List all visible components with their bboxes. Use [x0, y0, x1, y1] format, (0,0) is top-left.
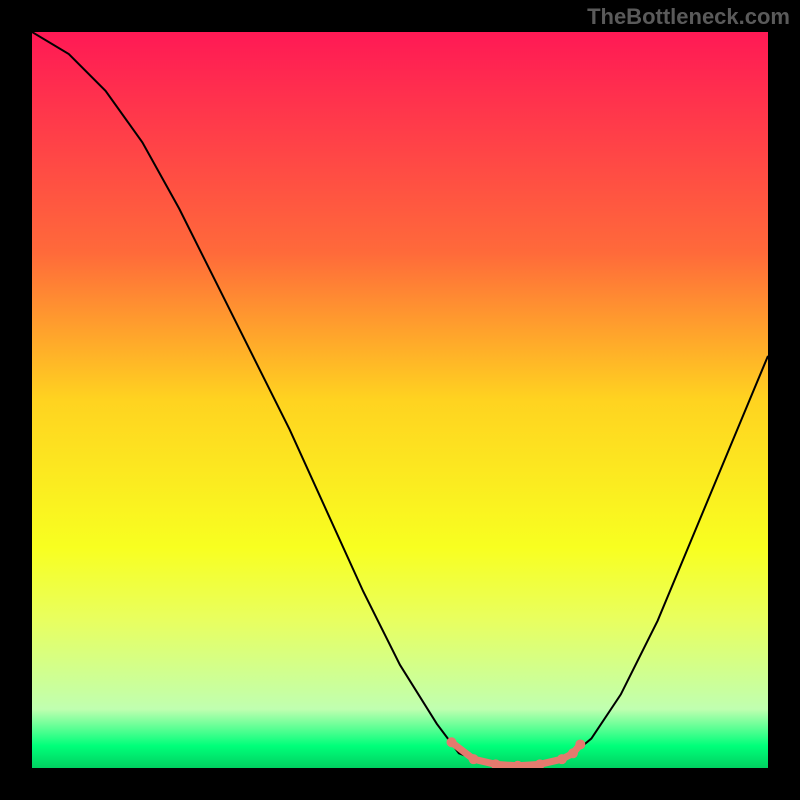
- highlight-dot: [557, 754, 567, 764]
- highlight-dot: [575, 739, 585, 749]
- highlight-dot: [568, 748, 578, 758]
- attribution-text: TheBottleneck.com: [587, 4, 790, 30]
- chart-container: TheBottleneck.com: [0, 0, 800, 800]
- highlight-dot: [447, 737, 457, 747]
- highlight-dot: [469, 754, 479, 764]
- plot-area: [32, 32, 768, 768]
- chart-svg: [32, 32, 768, 768]
